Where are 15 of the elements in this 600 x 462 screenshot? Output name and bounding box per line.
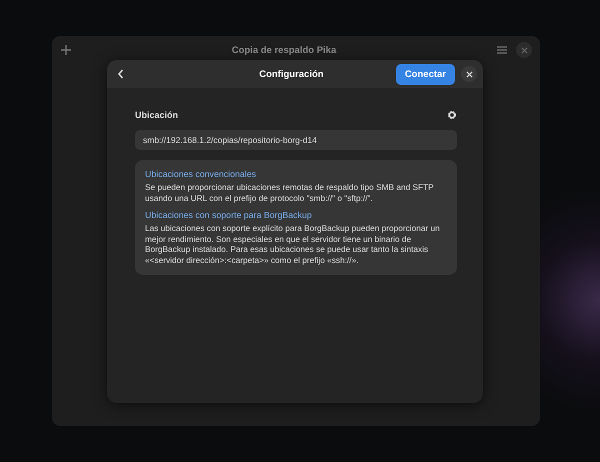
info-text: Se pueden proporcionar ubicaciones remotas de respaldo tipo SMB and SFTP usando una URL con el prefijo de protocolo "smb://" o "sftp://". [145,182,435,203]
info-heading: Ubicaciones convencionales [145,169,258,179]
location-field[interactable]: smb://192.168.1.2/copias/repositorio-borg-d14 [135,130,457,150]
info-text: Las ubicaciones con soporte explícito para BorgBackup pueden proporcionar un mejor rendimiento. Son especiales en que el servidor tiene un binario de BorgBackup instalado. Para esas ubicaciones se puede usar tanto la sintaxis «<servidor dirección>:<carpeta>» como el prefijo «ssh://». [145,223,441,265]
add-icon[interactable] [60,44,72,56]
dialog-title: Configuración [258,68,325,80]
connect-button[interactable]: Conectar [396,64,455,84]
window-title: Copia de respaldo Pika [230,44,338,56]
location-label: Ubicación [135,110,178,120]
close-button[interactable] [461,66,477,82]
info-heading: Ubicaciones con soporte para BorgBackup [145,210,313,220]
menu-icon[interactable] [496,44,508,56]
close-icon [520,46,528,54]
settings-icon[interactable] [447,110,457,120]
close-icon [466,70,472,78]
